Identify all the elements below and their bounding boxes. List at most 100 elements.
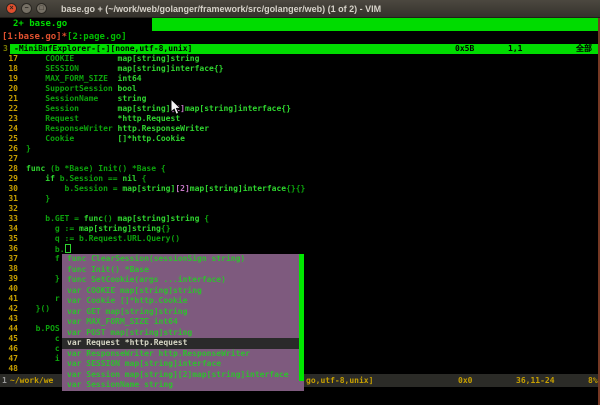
- completion-item[interactable]: var COOKIE map[string]string: [62, 286, 299, 297]
- text-cursor: [65, 244, 71, 253]
- line-number: 22: [0, 104, 18, 114]
- line-number: 18: [0, 64, 18, 74]
- line-number: 23: [0, 114, 18, 124]
- line-number: 19: [0, 74, 18, 84]
- completion-item[interactable]: var GET map[string]string: [62, 307, 299, 318]
- code-line-23[interactable]: 23 Request *http.Request: [0, 114, 600, 124]
- maximize-icon: □: [39, 5, 43, 12]
- completion-item[interactable]: func Init() *Base: [62, 265, 299, 276]
- line-number: 45: [0, 334, 18, 344]
- status-hex-value: 0x0: [458, 374, 472, 387]
- line-number: 42: [0, 304, 18, 314]
- line-number: 33: [0, 214, 18, 224]
- completion-item[interactable]: func SetCookie(args ...interface): [62, 275, 299, 286]
- code-line-35[interactable]: 35 q := b.Request.URL.Query(): [0, 234, 600, 244]
- mouse-cursor: [170, 99, 181, 116]
- line-number: 40: [0, 284, 18, 294]
- code-line-27[interactable]: 27: [0, 154, 600, 164]
- status-scroll-percent: 8%: [588, 374, 598, 387]
- buffer-list: [1:base.go]*[2:page.go]: [0, 31, 600, 44]
- completion-list: func ClearSession(sessionSign string)fun…: [62, 254, 299, 391]
- code-line-34[interactable]: 34 g := map[string]string{}: [0, 224, 600, 234]
- line-number: 32: [0, 204, 18, 214]
- line-number: 27: [0, 154, 18, 164]
- window-titlebar[interactable]: × − □ base.go + (~/work/web/golanger/fra…: [0, 0, 600, 18]
- status-gutter: 1: [2, 374, 7, 387]
- code-line-18[interactable]: 18 SESSION map[string]interface{}: [0, 64, 600, 74]
- code-line-19[interactable]: 19 MAX_FORM_SIZE int64: [0, 74, 600, 84]
- popup-scrollbar-thumb[interactable]: [299, 254, 304, 381]
- code-line-31[interactable]: 31 }: [0, 194, 600, 204]
- buffer-item-page-go[interactable]: [2:page.go]: [67, 32, 127, 42]
- line-number: 25: [0, 134, 18, 144]
- code-line-24[interactable]: 24 ResponseWriter http.ResponseWriter: [0, 124, 600, 134]
- minibuf-scroll-indicator: 全部: [576, 44, 592, 54]
- code-line-25[interactable]: 25 Cookie []*http.Cookie: [0, 134, 600, 144]
- code-line-22[interactable]: 22 Session map[string][2]map[string]inte…: [0, 104, 600, 114]
- line-number: 35: [0, 234, 18, 244]
- code-line-30[interactable]: 30 b.Session = map[string][2]map[string]…: [0, 184, 600, 194]
- line-number: 31: [0, 194, 18, 204]
- minibuf-statusline: 3 -MiniBufExplorer- [-][none,utf-8,unix]…: [0, 44, 600, 54]
- line-number: 48: [0, 364, 18, 374]
- minimize-icon: −: [24, 5, 28, 12]
- status-file-tail: go,utf-8,unix]: [306, 374, 373, 387]
- code-line-29[interactable]: 29 if b.Session == nil {: [0, 174, 600, 184]
- vim-window: × − □ base.go + (~/work/web/golanger/fra…: [0, 0, 600, 405]
- close-icon: ×: [9, 5, 13, 12]
- completion-item[interactable]: func ClearSession(sessionSign string): [62, 254, 299, 265]
- completion-item[interactable]: var Cookie []*http.Cookie: [62, 296, 299, 307]
- completion-item[interactable]: var Session map[string][2]map[string]int…: [62, 370, 299, 381]
- line-number: 41: [0, 294, 18, 304]
- maximize-button[interactable]: □: [36, 3, 47, 14]
- minibuf-hex-value: 0x5B: [455, 44, 474, 54]
- line-number: 46: [0, 344, 18, 354]
- popup-scrollbar[interactable]: [299, 254, 304, 391]
- completion-item[interactable]: var MAX_FORM_SIZE int64: [62, 317, 299, 328]
- minibuf-status-bar: -MiniBufExplorer- [-][none,utf-8,unix] 0…: [10, 44, 600, 54]
- line-number: 38: [0, 264, 18, 274]
- line-number: 29: [0, 174, 18, 184]
- window-title: base.go + (~/work/web/golanger/framework…: [61, 4, 381, 14]
- code-line-28[interactable]: 28func (b *Base) Init() *Base {: [0, 164, 600, 174]
- status-file-path: ~/work/we: [10, 374, 53, 387]
- line-number: 34: [0, 224, 18, 234]
- code-line-21[interactable]: 21 SessionName string: [0, 94, 600, 104]
- completion-item[interactable]: var SessionName string: [62, 380, 299, 391]
- line-number: 43: [0, 314, 18, 324]
- completion-item[interactable]: var Request *http.Request: [62, 338, 299, 349]
- line-number: 44: [0, 324, 18, 334]
- tab-base-go[interactable]: 2+ base.go: [0, 18, 152, 31]
- line-number: 24: [0, 124, 18, 134]
- line-number: 47: [0, 354, 18, 364]
- completion-item[interactable]: var POST map[string]string: [62, 328, 299, 339]
- line-number: 26: [0, 144, 18, 154]
- code-line-20[interactable]: 20 SupportSession bool: [0, 84, 600, 94]
- code-line-36[interactable]: 36 b.: [0, 244, 600, 254]
- minimize-button[interactable]: −: [21, 3, 32, 14]
- code-line-26[interactable]: 26}: [0, 144, 600, 154]
- code-line-32[interactable]: 32: [0, 204, 600, 214]
- line-number: 21: [0, 94, 18, 104]
- minibuf-cursor-pos: 1,1: [508, 44, 522, 54]
- completion-item[interactable]: var ResponseWriter http.ResponseWriter: [62, 349, 299, 360]
- line-number: 36: [0, 244, 18, 254]
- tab-line: 2+ base.go: [0, 18, 600, 31]
- buffer-item-base-go[interactable]: [1:base.go]*: [2, 32, 67, 42]
- line-number: 39: [0, 274, 18, 284]
- minibuf-name: -MiniBufExplorer-: [14, 44, 96, 54]
- line-number: 28: [0, 164, 18, 174]
- completion-popup: func ClearSession(sessionSign string)fun…: [62, 254, 304, 391]
- completion-item[interactable]: var SESSION map[string]interface: [62, 359, 299, 370]
- minibuf-flags: [-][none,utf-8,unix]: [96, 44, 192, 54]
- code-line-17[interactable]: 17 COOKIE map[string]string: [0, 54, 600, 64]
- tab-line-fill: [152, 18, 600, 31]
- status-cursor-pos: 36,11-24: [516, 374, 555, 387]
- line-number: 17: [0, 54, 18, 64]
- line-number: 20: [0, 84, 18, 94]
- line-number: 30: [0, 184, 18, 194]
- close-button[interactable]: ×: [6, 3, 17, 14]
- line-number: 37: [0, 254, 18, 264]
- code-line-33[interactable]: 33 b.GET = func() map[string]string {: [0, 214, 600, 224]
- minibuf-gutter: 3: [3, 44, 8, 54]
